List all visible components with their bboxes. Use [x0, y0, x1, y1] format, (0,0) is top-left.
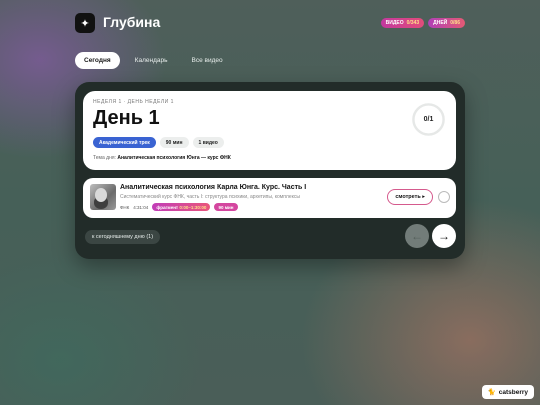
topic-prefix: Тема дня: — [93, 155, 116, 161]
progress-text: 0/1 — [423, 116, 434, 123]
tabs: Сегодня Календарь Все видео — [75, 52, 232, 69]
video-title: Аналитическая психология Карла Юнга. Кур… — [120, 184, 307, 191]
video-count-chip: 1 видео — [192, 137, 224, 148]
video-card[interactable]: Аналитическая психология Карла Юнга. Кур… — [83, 178, 456, 218]
sparkle-icon: ✦ — [80, 17, 90, 30]
day-title: День 1 — [93, 107, 160, 129]
video-badge-value: 0/343 — [406, 20, 420, 26]
day-topic: Тема дня: Аналитическая психология Юнга … — [93, 155, 231, 161]
video-meta: ФНК 4:31:04 фрагмент 0:00–1:30:00 90 мин — [120, 203, 238, 211]
next-day-button[interactable]: → — [432, 224, 456, 248]
fragment-tag: фрагмент 0:00–1:30:00 — [152, 203, 211, 211]
watch-button[interactable]: смотреть ▸ — [387, 189, 433, 205]
prev-day-button[interactable]: ← — [405, 224, 429, 248]
video-thumbnail — [90, 184, 116, 210]
today-panel: НЕДЕЛЯ 1 · ДЕНЬ НЕДЕЛИ 1 День 1 Академич… — [75, 82, 465, 259]
app-title: Глубина — [103, 14, 161, 30]
tab-calendar[interactable]: Календарь — [126, 52, 177, 69]
days-badge-label: ДНЕЙ — [433, 20, 448, 26]
duration-chip: 90 мин — [159, 137, 189, 148]
fragment-range: 0:00–1:30:00 — [179, 204, 207, 210]
fragment-label: фрагмент — [156, 204, 179, 210]
topic-text: Аналитическая психология Юнга — курс ФНК — [117, 155, 231, 161]
back-to-today-button[interactable]: к сегодняшнему дню (1) — [85, 230, 161, 244]
video-badge-label: ВИДЕО — [385, 20, 404, 26]
days-count-badge: ДНЕЙ 0/86 — [428, 18, 465, 28]
days-badge-value: 0/86 — [450, 20, 460, 26]
arrow-right-icon: → — [438, 229, 450, 243]
video-length: 4:31:04 — [133, 204, 149, 210]
track-chip: Академический трек — [93, 137, 156, 148]
day-card: НЕДЕЛЯ 1 · ДЕНЬ НЕДЕЛИ 1 День 1 Академич… — [83, 91, 456, 170]
watched-checkbox[interactable] — [438, 191, 450, 203]
app-logo: ✦ — [75, 13, 95, 33]
stats-badges: ВИДЕО 0/343 ДНЕЙ 0/86 — [380, 18, 465, 28]
tab-today[interactable]: Сегодня — [75, 52, 120, 69]
day-chips: Академический трек 90 мин 1 видео — [93, 137, 224, 148]
duration-tag: 90 мин — [214, 203, 238, 211]
video-count-badge: ВИДЕО 0/343 — [380, 18, 425, 28]
week-label: НЕДЕЛЯ 1 · ДЕНЬ НЕДЕЛИ 1 — [93, 99, 174, 105]
video-channel: ФНК — [120, 204, 130, 210]
cat-icon: 🐈 — [487, 389, 496, 396]
tab-all-videos[interactable]: Все видео — [182, 52, 231, 69]
brand-name: catsberry — [498, 388, 528, 396]
brand-watermark: 🐈 catsberry — [481, 385, 534, 399]
video-description: Систематический курс ФНК, часть I: струк… — [120, 194, 300, 200]
arrow-left-icon: ← — [411, 229, 423, 243]
